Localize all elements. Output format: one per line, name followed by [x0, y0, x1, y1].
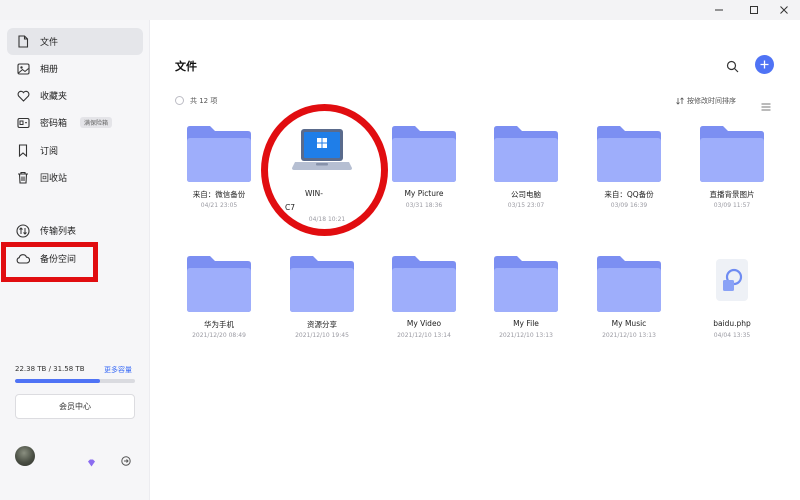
file-name: My Picture: [404, 189, 444, 198]
file-date: 2021/12/20 08:49: [192, 332, 246, 339]
file-name: 华为手机: [204, 320, 234, 329]
sidebar-item-label: 收藏夹: [40, 92, 68, 102]
folder-icon: [392, 126, 456, 182]
storage-progress-fill: [15, 379, 101, 383]
sort-label: 按修改时间排序: [687, 97, 736, 105]
close-icon: [780, 6, 788, 14]
search-icon[interactable]: [726, 58, 739, 77]
folder-item[interactable]: 资源分享 2021/12/10 19:45: [277, 255, 367, 355]
file-name: My File: [513, 319, 539, 328]
exit-icon[interactable]: [121, 451, 131, 470]
file-date: 2021/12/10 13:14: [397, 332, 451, 339]
storage-usage-text: 22.38 TB / 31.58 TB: [15, 365, 85, 373]
folder-icon: [494, 126, 558, 182]
maximize-icon: [750, 6, 758, 14]
folder-icon: [597, 126, 661, 182]
trash-icon: [16, 171, 30, 185]
sidebar-item-subscriptions[interactable]: 订阅: [7, 137, 143, 164]
image-icon: [16, 62, 30, 76]
sidebar-item-favorites[interactable]: 收藏夹: [7, 82, 143, 109]
file-name: 来自：微信备份: [192, 190, 246, 199]
folder-item[interactable]: My Video 2021/12/10 13:14: [379, 255, 469, 355]
folder-icon: [700, 126, 764, 182]
file-date: 04/21 23:05: [200, 202, 238, 209]
add-button[interactable]: [755, 55, 774, 74]
highlight-circle: [261, 104, 388, 236]
heart-icon: [16, 89, 30, 103]
avatar[interactable]: [15, 446, 35, 466]
safe-icon: [16, 116, 30, 130]
sort-button[interactable]: 按修改时间排序: [676, 96, 736, 106]
highlight-box: [1, 242, 98, 282]
bookmark-icon: [16, 144, 30, 158]
vip-center-button[interactable]: 会员中心: [15, 394, 135, 419]
file-name: 来自：QQ备份: [604, 190, 654, 199]
code-file-icon: [716, 259, 748, 301]
folder-item[interactable]: My Picture 03/31 18:36: [379, 125, 469, 225]
sidebar-item-label: 密码箱: [40, 119, 68, 129]
folder-item[interactable]: 华为手机 2021/12/20 08:49: [174, 255, 264, 355]
folder-icon: [392, 256, 456, 312]
file-name: 资源分享: [307, 320, 337, 329]
page-title: 文件: [175, 60, 197, 73]
folder-icon: [597, 256, 661, 312]
file-date: 2021/12/10 13:13: [499, 332, 553, 339]
file-name: My Music: [611, 319, 647, 328]
folder-item[interactable]: 来自：微信备份 04/21 23:05: [174, 125, 264, 225]
file-name: My Video: [406, 319, 442, 328]
sidebar-item-label: 回收站: [40, 174, 68, 184]
maximize-button[interactable]: [738, 0, 770, 20]
folder-icon: [187, 256, 251, 312]
sidebar-item-transfers[interactable]: 传输列表: [7, 217, 143, 244]
folder-item[interactable]: My File 2021/12/10 13:13: [481, 255, 571, 355]
folder-item[interactable]: 公司电脑 03/15 23:07: [481, 125, 571, 225]
file-date: 2021/12/10 19:45: [295, 332, 349, 339]
file-name: 直播背景图片: [709, 190, 755, 199]
sidebar-item-label: 传输列表: [40, 227, 77, 237]
folder-icon: [187, 126, 251, 182]
storage-progress-bar: [15, 379, 135, 383]
more-space-link[interactable]: 更多容量: [104, 365, 132, 375]
file-date: 03/09 16:39: [610, 202, 648, 209]
file-date: 03/09 11:57: [713, 202, 751, 209]
sidebar-item-label: 文件: [40, 38, 59, 48]
file-date: 03/31 18:36: [405, 202, 443, 209]
file-item[interactable]: baidu.php 04/04 13:35: [687, 255, 777, 355]
safe-badge: 满保险箱: [80, 117, 113, 128]
folder-item[interactable]: 来自：QQ备份 03/09 16:39: [584, 125, 674, 225]
sidebar-item-label: 订阅: [40, 147, 59, 157]
plus-icon: [760, 60, 769, 69]
folder-item[interactable]: My Music 2021/12/10 13:13: [584, 255, 674, 355]
folder-item[interactable]: 直播背景图片 03/09 11:57: [687, 125, 777, 225]
file-date: 04/04 13:35: [713, 332, 751, 339]
select-all-checkbox[interactable]: [175, 96, 184, 105]
sidebar-item-photos[interactable]: 相册: [7, 55, 143, 82]
folder-icon: [290, 256, 354, 312]
sidebar-item-safe[interactable]: 密码箱 满保险箱: [7, 109, 143, 136]
minimize-button[interactable]: [703, 0, 735, 20]
sort-icon: [676, 97, 684, 105]
sidebar-item-trash[interactable]: 回收站: [7, 164, 143, 191]
transfer-icon: [16, 223, 30, 238]
close-button[interactable]: [768, 0, 800, 20]
diamond-icon[interactable]: [87, 452, 96, 471]
file-name: 公司电脑: [511, 190, 541, 199]
list-view-icon[interactable]: [761, 96, 771, 115]
minimize-icon: [715, 9, 723, 11]
sidebar-item-label: 相册: [40, 65, 59, 75]
sidebar-item-files[interactable]: 文件: [7, 28, 143, 55]
file-date: 03/15 23:07: [507, 202, 545, 209]
folder-icon: [494, 256, 558, 312]
file-date: 2021/12/10 13:13: [602, 332, 656, 339]
file-icon: [16, 35, 30, 49]
file-name: baidu.php: [713, 319, 751, 328]
title-bar: [0, 0, 800, 20]
item-count: 共 12 项: [190, 97, 218, 105]
